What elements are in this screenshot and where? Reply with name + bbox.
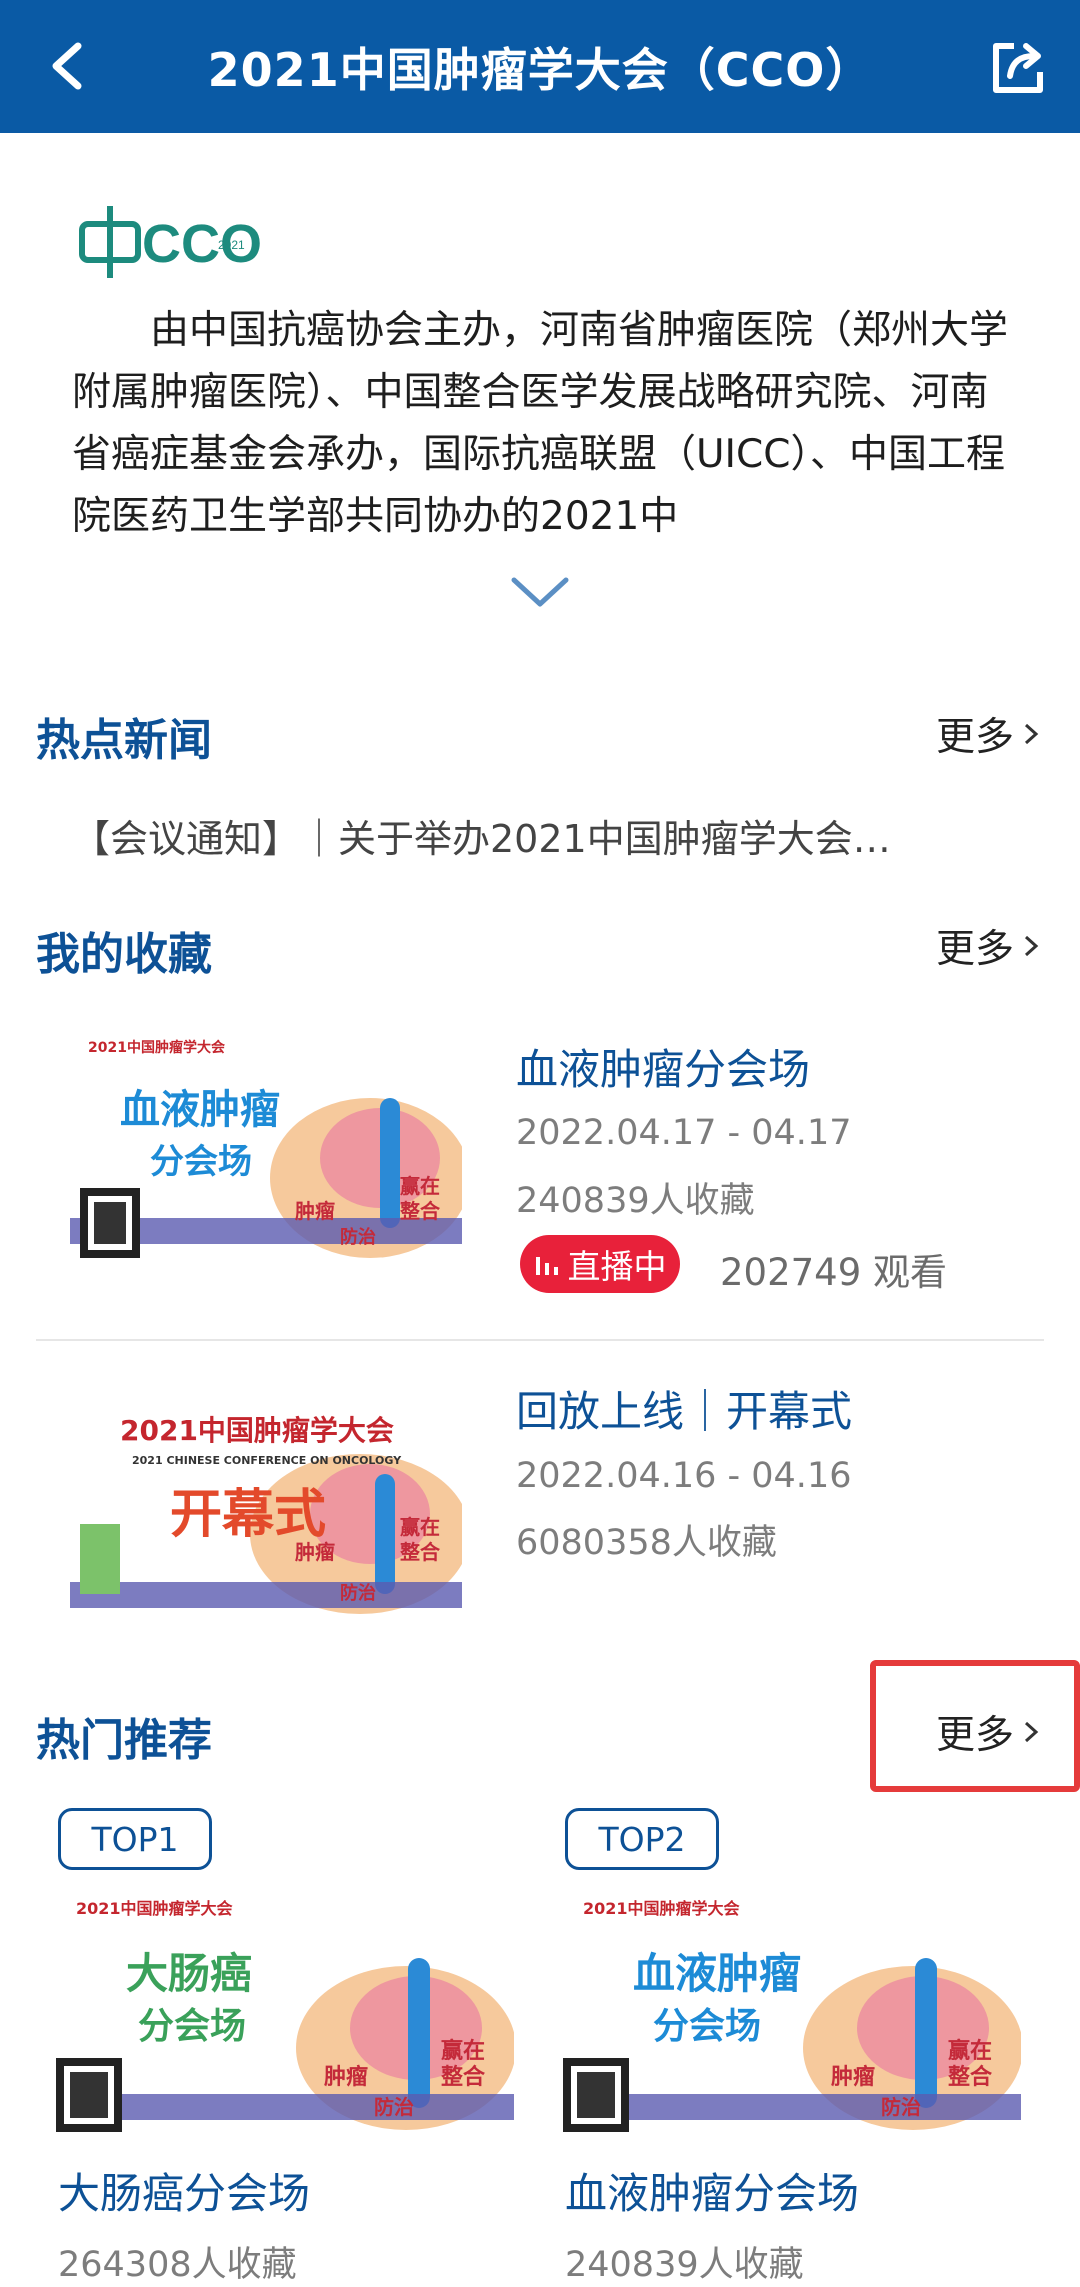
cco-logo: CCO 2021 xyxy=(79,206,262,278)
recommend-title[interactable]: 血液肿瘤分会场 xyxy=(565,2160,859,2221)
svg-text:2021中国肿瘤学大会: 2021中国肿瘤学大会 xyxy=(583,1899,740,1918)
live-label: 直播中 xyxy=(567,1247,667,1286)
svg-text:血液肿瘤: 血液肿瘤 xyxy=(120,1087,280,1133)
chevron-right-icon xyxy=(1024,935,1039,957)
favorite-thumbnail[interactable]: 2021中国肿瘤学大会 2021 CHINESE CONFERENCE ON O… xyxy=(70,1374,462,1618)
svg-text:肿瘤: 肿瘤 xyxy=(831,2064,875,2090)
svg-text:赢在: 赢在 xyxy=(441,2038,485,2064)
top-rank-tag: TOP1 xyxy=(58,1808,212,1870)
svg-text:整合: 整合 xyxy=(399,1540,441,1564)
svg-text:防治: 防治 xyxy=(340,1582,376,1604)
svg-text:整合: 整合 xyxy=(399,1199,441,1223)
top-rank-tag: TOP2 xyxy=(565,1808,719,1870)
favorite-thumbnail[interactable]: 2021中国肿瘤学大会 血液肿瘤 分会场 肿瘤 赢在 整合 防治 xyxy=(70,1028,462,1272)
favorite-date: 2022.04.17 - 04.17 xyxy=(516,1113,852,1153)
section-title-hot-news: 热点新闻 xyxy=(36,715,212,766)
svg-text:整合: 整合 xyxy=(948,2064,993,2090)
svg-text:赢在: 赢在 xyxy=(400,1174,440,1198)
recommend-title[interactable]: 大肠癌分会场 xyxy=(58,2160,310,2221)
recommend-thumbnail[interactable]: 2021中国肿瘤学大会 血液肿瘤 分会场 肿瘤 赢在 整合 防治 xyxy=(563,1888,1021,2142)
svg-text:分会场: 分会场 xyxy=(150,1142,252,1182)
svg-text:整合: 整合 xyxy=(441,2064,486,2090)
page-title: 2021中国肿瘤学大会（CCO） xyxy=(207,43,873,97)
recommend-count: 240839人收藏 xyxy=(565,2245,804,2285)
news-item[interactable]: 【会议通知】｜关于举办2021中国肿瘤学大会… xyxy=(72,808,972,863)
more-label: 更多 xyxy=(935,927,1014,972)
favorites-more-button[interactable]: 更多 xyxy=(936,918,1040,974)
logo-year: 2021 xyxy=(218,238,245,252)
svg-text:肿瘤: 肿瘤 xyxy=(324,2064,368,2090)
svg-text:开幕式: 开幕式 xyxy=(170,1485,326,1545)
more-label: 更多 xyxy=(935,715,1014,760)
favorite-title[interactable]: 回放上线｜开幕式 xyxy=(516,1378,852,1439)
chevron-right-icon xyxy=(1024,723,1039,745)
chevron-down-icon[interactable] xyxy=(508,574,572,610)
favorite-count: 6080358人收藏 xyxy=(516,1523,777,1563)
section-title-favorites: 我的收藏 xyxy=(36,929,212,980)
svg-text:2021中国肿瘤学大会: 2021中国肿瘤学大会 xyxy=(120,1414,394,1447)
view-count: 202749 观看 xyxy=(720,1251,948,1294)
svg-text:2021 CHINESE CONFERENCE ON ONC: 2021 CHINESE CONFERENCE ON ONCOLOGY xyxy=(132,1454,402,1467)
share-icon[interactable] xyxy=(986,36,1050,100)
hot-news-more-button[interactable]: 更多 xyxy=(936,706,1040,762)
live-bars-icon xyxy=(535,1257,558,1275)
svg-text:大肠癌: 大肠癌 xyxy=(126,1949,252,1998)
svg-text:血液肿瘤: 血液肿瘤 xyxy=(633,1949,801,1998)
svg-text:分会场: 分会场 xyxy=(653,2006,761,2047)
conference-intro: 由中国抗癌协会主办，河南省肿瘤医院（郑州大学附属肿瘤医院）、中国整合医学发展战略… xyxy=(72,308,1009,539)
recommend-count: 264308人收藏 xyxy=(58,2245,297,2285)
favorite-count: 240839人收藏 xyxy=(516,1181,755,1221)
svg-text:2021中国肿瘤学大会: 2021中国肿瘤学大会 xyxy=(76,1899,233,1918)
svg-text:肿瘤: 肿瘤 xyxy=(295,1199,335,1223)
favorite-date: 2022.04.16 - 04.16 xyxy=(516,1456,852,1496)
favorite-title[interactable]: 血液肿瘤分会场 xyxy=(516,1036,810,1097)
recommend-thumbnail[interactable]: 2021中国肿瘤学大会 大肠癌 分会场 肿瘤 赢在 整合 防治 xyxy=(56,1888,514,2142)
top-app-bar: 2021中国肿瘤学大会（CCO） xyxy=(0,0,1080,133)
section-title-recommend: 热门推荐 xyxy=(36,1715,212,1766)
highlight-annotation xyxy=(870,1660,1080,1792)
svg-text:肿瘤: 肿瘤 xyxy=(295,1540,335,1564)
divider xyxy=(36,1339,1044,1341)
svg-text:分会场: 分会场 xyxy=(138,2006,246,2047)
svg-text:防治: 防治 xyxy=(374,2095,414,2119)
live-badge: 直播中 xyxy=(520,1235,680,1293)
svg-text:防治: 防治 xyxy=(340,1226,376,1248)
svg-text:防治: 防治 xyxy=(881,2095,921,2119)
svg-text:2021中国肿瘤学大会: 2021中国肿瘤学大会 xyxy=(88,1039,226,1056)
svg-text:赢在: 赢在 xyxy=(400,1515,440,1539)
svg-text:赢在: 赢在 xyxy=(948,2038,992,2064)
